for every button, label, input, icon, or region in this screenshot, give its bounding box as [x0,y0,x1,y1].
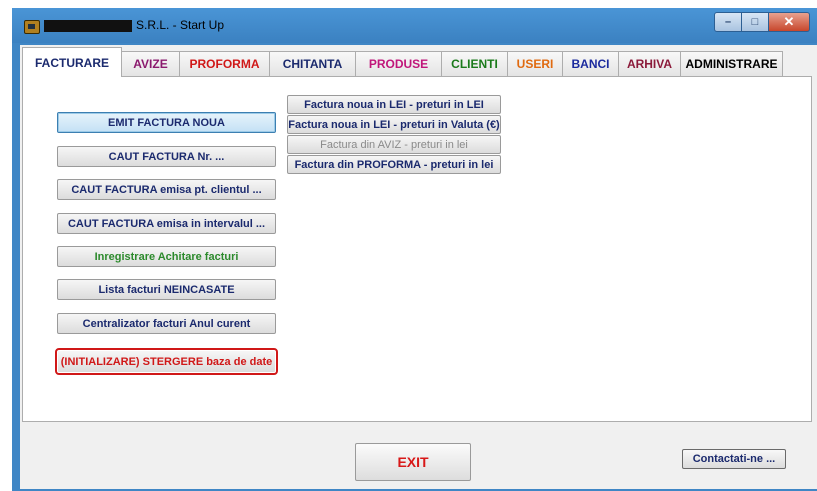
inregistrare-achitare-button[interactable]: Inregistrare Achitare facturi [57,246,276,267]
tab-label: FACTURARE [35,55,109,70]
button-label: EMIT FACTURA NOUA [108,116,225,129]
button-label: Factura noua in LEI - preturi in Valuta … [288,118,500,131]
centralizator-button[interactable]: Centralizator facturi Anul curent [57,313,276,334]
emit-factura-noua-button[interactable]: EMIT FACTURA NOUA [57,112,276,133]
close-icon: ✕ [783,14,795,29]
tab-label: ADMINISTRARE [685,57,778,71]
close-button[interactable]: ✕ [769,12,810,32]
factura-din-proforma-button[interactable]: Factura din PROFORMA - preturi in lei [287,155,501,174]
redacted-company-name [44,20,132,32]
tab-administrare[interactable]: ADMINISTRARE [681,51,783,76]
app-icon [24,20,40,34]
tab-label: ARHIVA [626,57,673,71]
button-label: Lista facturi NEINCASATE [98,283,235,296]
tab-label: USERI [516,57,554,71]
caut-factura-client-button[interactable]: CAUT FACTURA emisa pt. clientul ... [57,179,276,200]
button-label: Inregistrare Achitare facturi [94,250,239,263]
title-bar[interactable]: S.R.L. - Start Up – □ ✕ [12,8,817,43]
button-label: Factura din AVIZ - preturi in lei [320,138,468,151]
factura-din-aviz-button: Factura din AVIZ - preturi in lei [287,135,501,154]
tab-label: AVIZE [133,57,168,71]
facturare-panel: EMIT FACTURA NOUA CAUT FACTURA Nr. ... C… [22,76,812,422]
button-label: EXIT [397,454,429,470]
tab-banci[interactable]: BANCI [563,51,619,76]
caut-factura-nr-button[interactable]: CAUT FACTURA Nr. ... [57,146,276,167]
caut-factura-interval-button[interactable]: CAUT FACTURA emisa in intervalul ... [57,213,276,234]
button-label: Contactati-ne ... [692,453,776,465]
tab-label: BANCI [571,57,610,71]
maximize-button[interactable]: □ [742,12,769,32]
tab-useri[interactable]: USERI [508,51,563,76]
button-label: Factura din PROFORMA - preturi in lei [294,158,494,171]
button-label: CAUT FACTURA emisa in intervalul ... [67,217,265,230]
tab-clienti[interactable]: CLIENTI [442,51,508,76]
tab-proforma[interactable]: PROFORMA [180,51,270,76]
tab-bar: FACTURARE AVIZE PROFORMA CHITANTA PRODUS… [22,47,783,77]
maximize-icon: □ [751,16,759,28]
button-label: CAUT FACTURA emisa pt. clientul ... [71,183,262,196]
minimize-icon: – [724,16,732,28]
window-controls: – □ ✕ [714,12,810,32]
button-label: Factura noua in LEI - preturi in LEI [304,98,484,111]
tab-label: CLIENTI [451,57,498,71]
tab-label: CHITANTA [282,57,343,71]
tab-produse[interactable]: PRODUSE [356,51,442,76]
app-window: S.R.L. - Start Up – □ ✕ FACTURARE AVIZE … [12,8,817,491]
tab-facturare[interactable]: FACTURARE [22,47,122,77]
footer-area: EXIT Contactati-ne ... [20,423,817,489]
tab-label: PRODUSE [368,57,429,71]
client-area: FACTURARE AVIZE PROFORMA CHITANTA PRODUS… [20,45,817,489]
factura-lei-lei-button[interactable]: Factura noua in LEI - preturi in LEI [287,95,501,114]
tab-arhiva[interactable]: ARHIVA [619,51,681,76]
window-title: S.R.L. - Start Up [136,18,225,32]
lista-neincasate-button[interactable]: Lista facturi NEINCASATE [57,279,276,300]
stergere-baza-date-button[interactable]: (INITIALIZARE) STERGERE baza de date [55,348,278,375]
factura-lei-valuta-button[interactable]: Factura noua in LEI - preturi in Valuta … [287,115,501,134]
minimize-button[interactable]: – [714,12,742,32]
tab-chitanta[interactable]: CHITANTA [270,51,356,76]
tab-label: PROFORMA [189,57,260,71]
tab-avize[interactable]: AVIZE [122,51,180,76]
button-label: Centralizator facturi Anul curent [82,317,251,330]
button-label: (INITIALIZARE) STERGERE baza de date [60,355,273,368]
contact-button[interactable]: Contactati-ne ... [682,449,786,469]
exit-button[interactable]: EXIT [355,443,471,481]
button-label: CAUT FACTURA Nr. ... [108,150,225,163]
